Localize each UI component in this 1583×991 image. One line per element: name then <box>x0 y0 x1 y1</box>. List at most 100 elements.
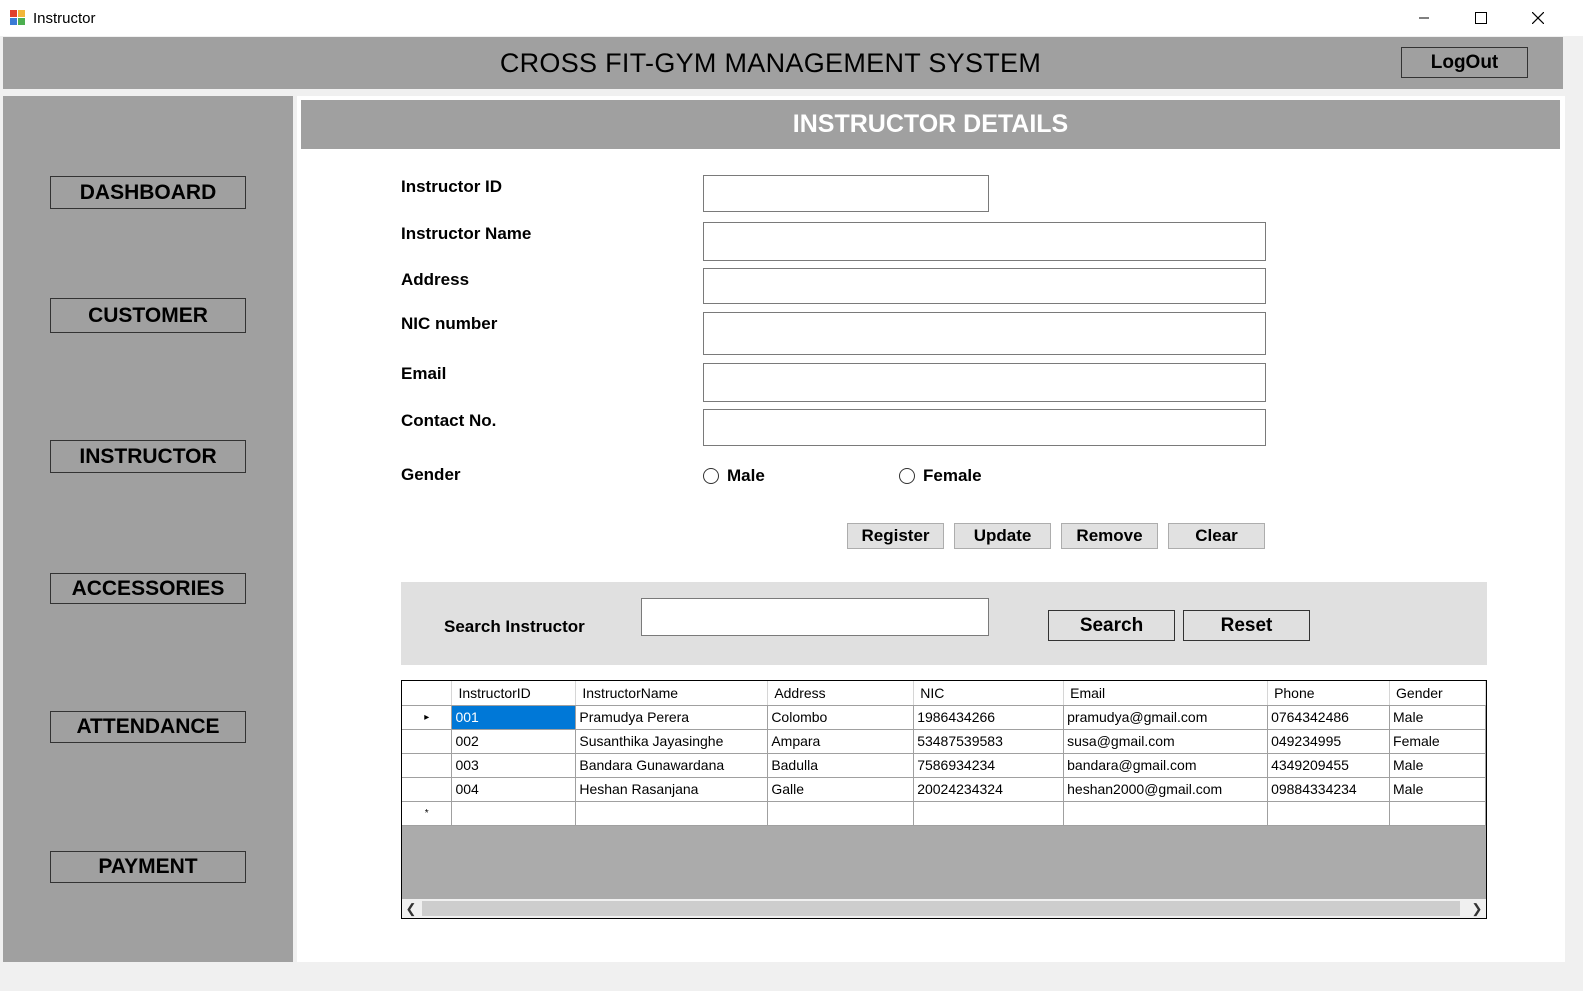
table-row[interactable]: 004 Heshan Rasanjana Galle 20024234324 h… <box>402 777 1486 802</box>
sidebar-item-accessories[interactable]: ACCESSORIES <box>50 573 246 604</box>
column-header[interactable]: InstructorID <box>451 681 577 706</box>
grid-cell[interactable]: susa@gmail.com <box>1063 729 1269 754</box>
close-button[interactable] <box>1509 0 1567 36</box>
sidebar-item-instructor[interactable]: INSTRUCTOR <box>50 440 246 473</box>
gender-male-radio[interactable]: Male <box>703 466 765 486</box>
grid-cell[interactable] <box>575 801 769 826</box>
grid-cell[interactable]: Bandara Gunawardana <box>575 753 769 778</box>
grid-cell[interactable]: 049234995 <box>1267 729 1391 754</box>
search-instructor-label: Search Instructor <box>444 617 585 636</box>
grid-cell[interactable] <box>913 801 1065 826</box>
table-row[interactable]: 002 Susanthika Jayasinghe Ampara 5348753… <box>402 729 1486 754</box>
row-header[interactable] <box>402 753 453 778</box>
logout-button[interactable]: LogOut <box>1401 47 1528 78</box>
column-header[interactable]: InstructorName <box>575 681 769 706</box>
grid-cell[interactable]: Male <box>1389 753 1486 778</box>
sidebar-item-attendance[interactable]: ATTENDANCE <box>50 711 246 743</box>
instructor-name-field[interactable] <box>703 222 1266 261</box>
window-bottom-edge <box>0 962 1583 991</box>
grid-cell[interactable]: 4349209455 <box>1267 753 1391 778</box>
reset-button[interactable]: Reset <box>1183 610 1310 641</box>
minimize-icon <box>1419 17 1429 19</box>
grid-cell[interactable]: Male <box>1389 705 1486 730</box>
sidebar-item-customer[interactable]: CUSTOMER <box>50 298 246 333</box>
radio-circle-icon <box>899 468 915 484</box>
grid-cell[interactable]: Galle <box>767 777 915 802</box>
main-panel: INSTRUCTOR DETAILS Instructor ID Instruc… <box>297 96 1565 962</box>
sidebar: DASHBOARD CUSTOMER INSTRUCTOR ACCESSORIE… <box>3 96 293 962</box>
grid-cell[interactable]: Colombo <box>767 705 915 730</box>
email-field[interactable] <box>703 363 1266 402</box>
remove-button[interactable]: Remove <box>1061 523 1158 549</box>
grid-cell[interactable]: Susanthika Jayasinghe <box>575 729 769 754</box>
instructor-id-label: Instructor ID <box>401 177 503 196</box>
grid-cell[interactable]: 1986434266 <box>913 705 1065 730</box>
column-header[interactable]: NIC <box>913 681 1065 706</box>
instructor-id-field[interactable] <box>703 175 989 212</box>
gender-female-radio[interactable]: Female <box>899 466 982 486</box>
grid-cell[interactable]: 004 <box>451 777 577 802</box>
maximize-button[interactable] <box>1452 0 1510 36</box>
sidebar-item-dashboard[interactable]: DASHBOARD <box>50 176 246 209</box>
new-row[interactable]: * <box>402 801 1486 826</box>
app-title: CROSS FIT-GYM MANAGEMENT SYSTEM <box>499 48 1042 78</box>
grid-cell[interactable]: 09884334234 <box>1267 777 1391 802</box>
grid-cell[interactable]: Male <box>1389 777 1486 802</box>
close-icon <box>1532 12 1544 24</box>
radio-circle-icon <box>703 468 719 484</box>
update-button[interactable]: Update <box>954 523 1051 549</box>
scrollbar-thumb[interactable] <box>422 901 1460 916</box>
column-header[interactable]: Email <box>1063 681 1269 706</box>
window-title: Instructor <box>33 10 96 27</box>
grid-cell[interactable]: 53487539583 <box>913 729 1065 754</box>
address-field[interactable] <box>703 268 1266 304</box>
grid-cell[interactable] <box>1267 801 1391 826</box>
row-header-new[interactable]: * <box>402 801 453 826</box>
row-header-current[interactable]: ▸ <box>402 705 453 730</box>
search-input[interactable] <box>641 598 989 636</box>
grid-cell[interactable]: Pramudya Perera <box>575 705 769 730</box>
grid-cell[interactable] <box>767 801 915 826</box>
grid-cell[interactable] <box>1389 801 1486 826</box>
scroll-left-icon[interactable]: ❮ <box>402 899 420 918</box>
grid-cell[interactable]: 002 <box>451 729 577 754</box>
grid-cell[interactable]: 7586934234 <box>913 753 1065 778</box>
row-header[interactable] <box>402 777 453 802</box>
column-header[interactable]: Phone <box>1267 681 1391 706</box>
horizontal-scrollbar[interactable]: ❮ ❯ <box>402 899 1486 918</box>
table-row[interactable]: ▸ 001 Pramudya Perera Colombo 1986434266… <box>402 705 1486 730</box>
grid-cell[interactable]: pramudya@gmail.com <box>1063 705 1269 730</box>
maximize-icon <box>1475 12 1487 24</box>
grid-cell[interactable]: 001 <box>451 705 577 730</box>
column-header[interactable]: Gender <box>1389 681 1486 706</box>
contact-label: Contact No. <box>401 411 497 430</box>
row-header[interactable] <box>402 729 453 754</box>
title-bar: Instructor <box>0 0 1583 36</box>
sidebar-item-payment[interactable]: PAYMENT <box>50 851 246 883</box>
clear-button[interactable]: Clear <box>1168 523 1265 549</box>
grid-cell[interactable]: 20024234324 <box>913 777 1065 802</box>
minimize-button[interactable] <box>1395 0 1453 36</box>
search-button[interactable]: Search <box>1048 610 1175 641</box>
grid-cell[interactable] <box>451 801 577 826</box>
grid-cell[interactable]: 0764342486 <box>1267 705 1391 730</box>
table-row[interactable]: 003 Bandara Gunawardana Badulla 75869342… <box>402 753 1486 778</box>
instructor-data-grid[interactable]: InstructorID InstructorName Address NIC … <box>401 680 1487 919</box>
grid-cell[interactable]: 003 <box>451 753 577 778</box>
grid-cell[interactable]: Ampara <box>767 729 915 754</box>
nic-field[interactable] <box>703 312 1266 355</box>
grid-header-row: InstructorID InstructorName Address NIC … <box>402 681 1486 706</box>
grid-corner-header[interactable] <box>402 681 453 706</box>
column-header[interactable]: Address <box>767 681 915 706</box>
grid-cell[interactable]: bandara@gmail.com <box>1063 753 1269 778</box>
contact-field[interactable] <box>703 409 1266 446</box>
address-label: Address <box>401 270 470 289</box>
grid-cell[interactable]: Badulla <box>767 753 915 778</box>
grid-cell[interactable]: Heshan Rasanjana <box>575 777 769 802</box>
register-button[interactable]: Register <box>847 523 944 549</box>
scroll-right-icon[interactable]: ❯ <box>1468 899 1486 918</box>
grid-cell[interactable] <box>1063 801 1269 826</box>
application-window: Instructor CROSS FIT-GYM MANAGEMENT SYST… <box>0 0 1583 991</box>
grid-cell[interactable]: heshan2000@gmail.com <box>1063 777 1269 802</box>
grid-cell[interactable]: Female <box>1389 729 1486 754</box>
